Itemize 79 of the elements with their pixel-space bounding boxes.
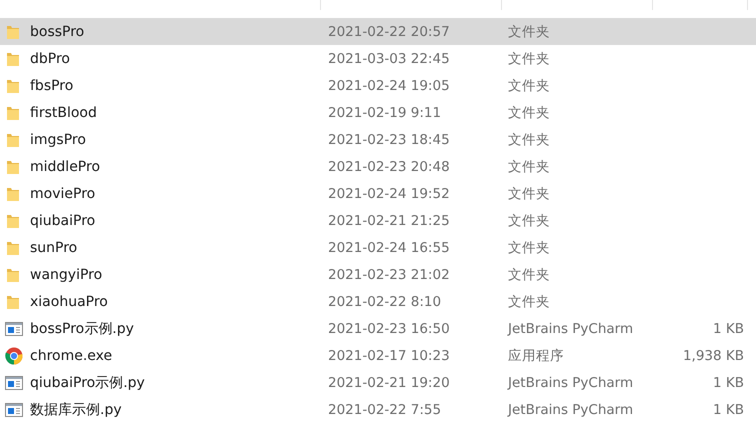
file-row[interactable]: fbsPro 2021-02-24 19:05 文件夹	[0, 72, 756, 99]
file-type: JetBrains PyCharm	[508, 320, 634, 336]
file-row[interactable]: chrome.exe 2021-02-17 10:23 应用程序 1,938 KB	[0, 342, 756, 369]
modified-date: 2021-02-22 7:55	[328, 402, 442, 418]
file-size: 1 KB	[713, 402, 744, 418]
file-name: 数据库示例.py	[30, 400, 122, 418]
file-type: 文件夹	[508, 22, 550, 40]
file-name: middlePro	[30, 158, 100, 174]
document-icon	[5, 322, 23, 336]
file-name: fbsPro	[30, 78, 74, 94]
file-row[interactable]: dbPro 2021-03-03 22:45 文件夹	[0, 45, 756, 72]
file-name: sunPro	[30, 240, 78, 256]
folder-icon	[6, 78, 20, 94]
file-name: bossPro示例.py	[30, 320, 134, 338]
file-row[interactable]: bossPro 2021-02-22 20:57 文件夹	[0, 18, 756, 45]
file-row[interactable]: moviePro 2021-02-24 19:52 文件夹	[0, 180, 756, 207]
file-type: 文件夹	[508, 212, 550, 230]
file-type: 文件夹	[508, 130, 550, 148]
modified-date: 2021-02-23 16:50	[328, 320, 450, 336]
file-row[interactable]: 数据库示例.py 2021-02-22 7:55 JetBrains PyCharm 1 KB	[0, 396, 756, 423]
document-icon	[5, 402, 23, 416]
file-row[interactable]: qiubaiPro 2021-02-21 21:25 文件夹	[0, 207, 756, 234]
modified-date: 2021-02-24 19:52	[328, 186, 450, 202]
file-type: 文件夹	[508, 266, 550, 284]
file-name: bossPro	[30, 24, 84, 40]
file-name: qiubaiPro示例.py	[30, 374, 145, 392]
file-row[interactable]: bossPro示例.py 2021-02-23 16:50 JetBrains PyCharm 1 KB	[0, 315, 756, 342]
file-type: 文件夹	[508, 292, 550, 310]
file-name: imgsPro	[30, 132, 86, 148]
folder-icon	[6, 240, 20, 256]
folder-icon	[6, 24, 20, 40]
file-row[interactable]: qiubaiPro示例.py 2021-02-21 19:20 JetBrains PyCharm 1 KB	[0, 369, 756, 396]
file-type: 文件夹	[508, 184, 550, 202]
folder-icon	[6, 266, 20, 282]
file-size: 1 KB	[713, 320, 744, 336]
file-name: wangyiPro	[30, 266, 102, 282]
file-row[interactable]: imgsPro 2021-02-23 18:45 文件夹	[0, 126, 756, 153]
folder-icon	[6, 104, 20, 120]
modified-date: 2021-02-24 16:55	[328, 240, 450, 256]
file-type: 文件夹	[508, 238, 550, 256]
file-row[interactable]: sunPro 2021-02-24 16:55 文件夹	[0, 234, 756, 261]
file-row[interactable]: wangyiPro 2021-02-23 21:02 文件夹	[0, 261, 756, 288]
document-icon	[5, 376, 23, 390]
file-name: qiubaiPro	[30, 212, 96, 228]
folder-icon	[6, 186, 20, 202]
modified-date: 2021-02-23 20:48	[328, 158, 450, 174]
modified-date: 2021-02-23 21:02	[328, 266, 450, 282]
file-row[interactable]: xiaohuaPro 2021-02-22 8:10 文件夹	[0, 288, 756, 315]
folder-icon	[6, 212, 20, 228]
file-row[interactable]: middlePro 2021-02-23 20:48 文件夹	[0, 153, 756, 180]
file-name: moviePro	[30, 186, 96, 202]
file-type: JetBrains PyCharm	[508, 374, 634, 390]
modified-date: 2021-02-24 19:05	[328, 78, 450, 94]
modified-date: 2021-02-21 21:25	[328, 212, 450, 228]
folder-icon	[6, 50, 20, 66]
modified-date: 2021-02-22 8:10	[328, 294, 442, 310]
chrome-icon	[5, 346, 23, 364]
folder-icon	[6, 294, 20, 310]
modified-date: 2021-02-23 18:45	[328, 132, 450, 148]
modified-date: 2021-02-17 10:23	[328, 348, 450, 364]
file-name: xiaohuaPro	[30, 294, 108, 310]
file-name: firstBlood	[30, 104, 97, 120]
file-name: chrome.exe	[30, 348, 112, 364]
file-type: 文件夹	[508, 104, 550, 122]
folder-icon	[6, 158, 20, 174]
modified-date: 2021-03-03 22:45	[328, 50, 450, 66]
file-type: 文件夹	[508, 50, 550, 68]
file-row[interactable]: firstBlood 2021-02-19 9:11 文件夹	[0, 99, 756, 126]
file-type: JetBrains PyCharm	[508, 402, 634, 418]
file-size: 1,938 KB	[682, 348, 744, 364]
modified-date: 2021-02-22 20:57	[328, 24, 450, 40]
file-name: dbPro	[30, 50, 70, 66]
file-type: 文件夹	[508, 158, 550, 176]
folder-icon	[6, 132, 20, 148]
modified-date: 2021-02-19 9:11	[328, 104, 442, 120]
file-type: 应用程序	[508, 346, 564, 364]
file-size: 1 KB	[713, 374, 744, 390]
file-type: 文件夹	[508, 76, 550, 94]
modified-date: 2021-02-21 19:20	[328, 374, 450, 390]
